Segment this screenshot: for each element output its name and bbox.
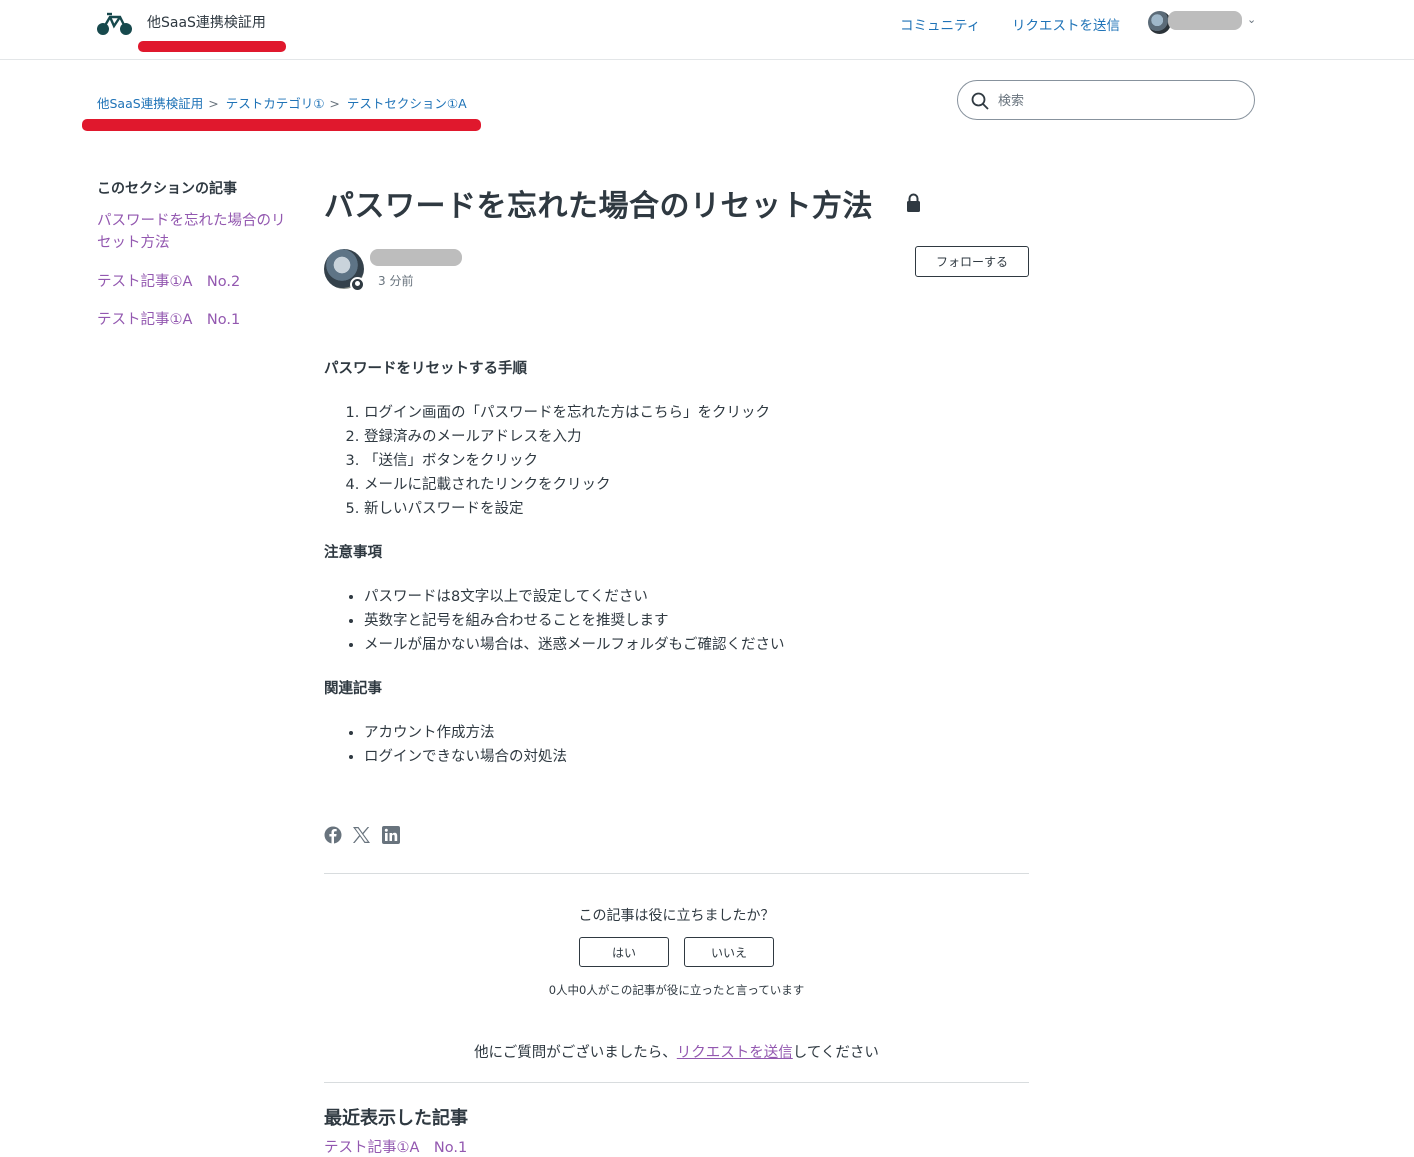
- list-item: ログインできない場合の対処法: [364, 745, 1029, 769]
- more-questions-prefix: 他にご質問がございましたら、: [474, 1045, 677, 1061]
- agent-badge-icon: [350, 277, 365, 292]
- recently-viewed-title: 最近表示した記事: [324, 1108, 468, 1129]
- follow-button[interactable]: フォローする: [915, 246, 1029, 277]
- logo-bike-icon[interactable]: [96, 11, 134, 37]
- breadcrumb-item-home[interactable]: 他SaaS連携検証用: [97, 96, 203, 111]
- vote-no-button[interactable]: いいえ: [684, 937, 774, 967]
- nav-community-link[interactable]: コミュニティ: [900, 14, 980, 34]
- vote-yes-button[interactable]: はい: [579, 937, 669, 967]
- article-body: パスワードをリセットする手順 ログイン画面の「パスワードを忘れた方はこちら」をク…: [324, 357, 1029, 769]
- sidebar-item-article-2[interactable]: テスト記事①A No.2: [97, 271, 297, 293]
- section-heading: 関連記事: [324, 681, 382, 697]
- nav-request-link[interactable]: リクエストを送信: [1012, 14, 1120, 34]
- section-heading: パスワードをリセットする手順: [324, 361, 527, 377]
- divider: [324, 1082, 1029, 1083]
- more-questions-suffix: してください: [792, 1045, 879, 1061]
- sidebar-item-article-1[interactable]: パスワードを忘れた場合のリセット方法: [97, 210, 297, 254]
- search-box[interactable]: [957, 80, 1255, 120]
- list-item: メールが届かない場合は、迷惑メールフォルダもご確認ください: [364, 633, 1029, 657]
- submit-request-link[interactable]: リクエストを送信: [677, 1045, 793, 1061]
- author-name-redacted[interactable]: [370, 249, 462, 266]
- breadcrumb-item-section[interactable]: テストセクション①A: [347, 96, 467, 111]
- breadcrumb-separator: >: [208, 96, 219, 111]
- list-item: パスワードは8文字以上で設定してください: [364, 585, 1029, 609]
- sidebar-item-article-3[interactable]: テスト記事①A No.1: [97, 309, 297, 331]
- annotation-underline-breadcrumb: [82, 119, 481, 131]
- chevron-down-icon[interactable]: ⌄: [1247, 13, 1256, 26]
- list-item: メールに記載されたリンクをクリック: [364, 473, 1029, 497]
- article-timestamp: 3 分前: [378, 274, 414, 288]
- list-item: 登録済みのメールアドレスを入力: [364, 425, 1029, 449]
- facebook-icon[interactable]: [324, 826, 342, 844]
- recently-viewed-item[interactable]: テスト記事①A No.1: [324, 1136, 467, 1157]
- user-name-redacted[interactable]: [1168, 11, 1242, 30]
- annotation-underline-brand: [138, 41, 286, 52]
- search-input[interactable]: [996, 89, 1240, 113]
- search-icon: [971, 92, 989, 110]
- related-list: アカウント作成方法 ログインできない場合の対処法: [324, 721, 1029, 769]
- steps-list: ログイン画面の「パスワードを忘れた方はこちら」をクリック 登録済みのメールアドレ…: [324, 401, 1029, 521]
- section-heading: 注意事項: [324, 545, 382, 561]
- list-item: 英数字と記号を組み合わせることを推奨します: [364, 609, 1029, 633]
- list-item: 新しいパスワードを設定: [364, 497, 1029, 521]
- list-item: ログイン画面の「パスワードを忘れた方はこちら」をクリック: [364, 401, 1029, 425]
- linkedin-icon[interactable]: [382, 826, 400, 844]
- breadcrumb-item-category[interactable]: テストカテゴリ①: [226, 96, 325, 111]
- vote-count: 0人中0人がこの記事が役に立ったと言っています: [548, 983, 805, 997]
- x-icon[interactable]: [352, 826, 371, 844]
- list-item: アカウント作成方法: [364, 721, 1029, 745]
- article-title: パスワードを忘れた場合のリセット方法: [324, 189, 873, 224]
- list-item: 「送信」ボタンをクリック: [364, 449, 1029, 473]
- divider: [324, 873, 1029, 874]
- sidebar-title: このセクションの記事: [97, 181, 237, 197]
- notes-list: パスワードは8文字以上で設定してください 英数字と記号を組み合わせることを推奨し…: [324, 585, 1029, 657]
- more-questions-text: 他にご質問がございましたら、リクエストを送信してください: [324, 1041, 1029, 1062]
- vote-question: この記事は役に立ちましたか？: [578, 908, 775, 924]
- breadcrumb: 他SaaS連携検証用 > テストカテゴリ① > テストセクション①A: [97, 93, 467, 112]
- breadcrumb-separator: >: [329, 96, 340, 111]
- lock-icon: [907, 193, 920, 212]
- brand-name[interactable]: 他SaaS連携検証用: [147, 12, 266, 32]
